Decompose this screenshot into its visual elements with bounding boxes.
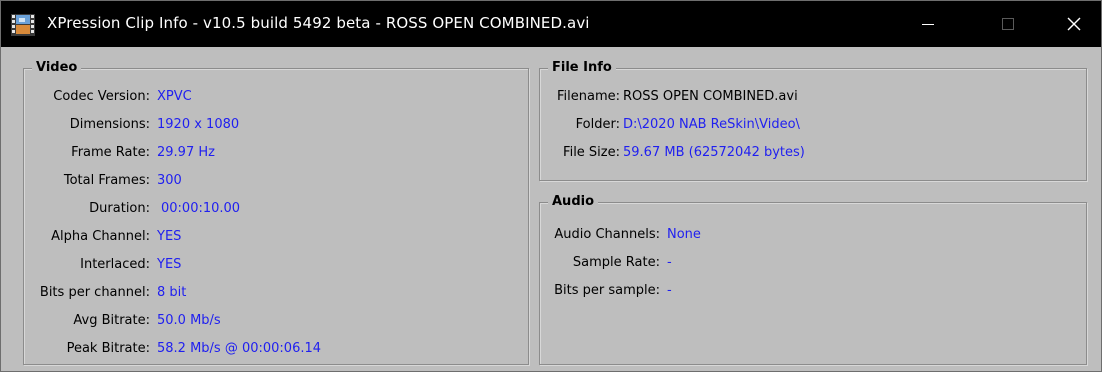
audio-row-bits-per-sample: Bits per sample: - [540, 281, 1088, 301]
row-label: Codec Version: [53, 89, 150, 104]
video-row-peak-bitrate: Peak Bitrate: 58.2 Mb/s @ 00:00:06.14 [24, 339, 530, 359]
audio-group-title: Audio [548, 193, 599, 211]
video-row-interlaced: Interlaced: YES [24, 255, 530, 275]
close-icon [1067, 17, 1081, 31]
row-label: Folder: [575, 117, 620, 132]
row-label: Alpha Channel: [51, 229, 150, 244]
file-info-group: File Info Filename: ROSS OPEN COMBINED.a… [539, 59, 1088, 181]
minimize-button[interactable] [905, 1, 951, 47]
window-title: XPression Clip Info - v10.5 build 5492 b… [47, 14, 590, 32]
row-value: None [667, 227, 701, 242]
title-bar[interactable]: XPression Clip Info - v10.5 build 5492 b… [1, 1, 1101, 47]
row-value: XPVC [157, 89, 192, 104]
audio-row-sample-rate: Sample Rate: - [540, 253, 1088, 273]
row-label: Interlaced: [80, 257, 150, 272]
row-value: YES [157, 257, 182, 272]
close-button[interactable] [1051, 1, 1097, 47]
row-label: Sample Rate: [572, 255, 660, 270]
video-row-alpha-channel: Alpha Channel: YES [24, 227, 530, 247]
row-label: Filename: [556, 89, 620, 104]
row-label: Frame Rate: [71, 145, 150, 160]
row-value: 29.97 Hz [157, 145, 215, 160]
video-row-avg-bitrate: Avg Bitrate: 50.0 Mb/s [24, 311, 530, 331]
row-value: D:\2020 NAB ReSkin\Video\ [623, 117, 800, 132]
video-group-title: Video [32, 59, 82, 77]
client-area: Video Codec Version: XPVC Dimensions: 19… [1, 47, 1101, 371]
file-info-row-file-size: File Size: 59.67 MB (62572042 bytes) [540, 143, 1088, 163]
row-value: - [667, 283, 672, 298]
maximize-icon [1002, 18, 1014, 30]
maximize-button[interactable] [985, 1, 1031, 47]
row-value: - [667, 255, 672, 270]
video-row-total-frames: Total Frames: 300 [24, 171, 530, 191]
row-value: 50.0 Mb/s [157, 313, 221, 328]
video-row-bits-per-channel: Bits per channel: 8 bit [24, 283, 530, 303]
video-row-duration: Duration: 00:00:10.00 [24, 199, 530, 219]
video-row-codec-version: Codec Version: XPVC [24, 87, 530, 107]
row-value: ROSS OPEN COMBINED.avi [623, 89, 798, 104]
row-label: Peak Bitrate: [66, 341, 150, 356]
video-row-frame-rate: Frame Rate: 29.97 Hz [24, 143, 530, 163]
row-value: 58.2 Mb/s @ 00:00:06.14 [157, 341, 322, 356]
row-value: 8 bit [157, 285, 187, 300]
row-value: 1920 x 1080 [157, 117, 240, 132]
row-value: 300 [157, 173, 182, 188]
file-info-group-title: File Info [548, 59, 616, 77]
row-label: Audio Channels: [554, 227, 660, 242]
audio-group: Audio Audio Channels: None Sample Rate: … [539, 193, 1088, 365]
video-group: Video Codec Version: XPVC Dimensions: 19… [23, 59, 530, 365]
row-label: Dimensions: [69, 117, 150, 132]
row-label: Total Frames: [63, 173, 150, 188]
minimize-icon [922, 24, 934, 25]
row-value: YES [157, 229, 182, 244]
film-strip-icon [11, 13, 35, 37]
video-row-dimensions: Dimensions: 1920 x 1080 [24, 115, 530, 135]
row-label: Bits per channel: [39, 285, 150, 300]
file-info-row-folder: Folder: D:\2020 NAB ReSkin\Video\ [540, 115, 1088, 135]
row-label: Bits per sample: [554, 283, 660, 298]
row-label: File Size: [563, 145, 620, 160]
audio-row-audio-channels: Audio Channels: None [540, 225, 1088, 245]
row-label: Avg Bitrate: [73, 313, 150, 328]
file-info-row-filename: Filename: ROSS OPEN COMBINED.avi [540, 87, 1088, 107]
clip-info-window: XPression Clip Info - v10.5 build 5492 b… [0, 0, 1102, 372]
row-value: 59.67 MB (62572042 bytes) [623, 145, 805, 160]
row-label: Duration: [89, 201, 150, 216]
row-value: 00:00:10.00 [161, 201, 241, 216]
